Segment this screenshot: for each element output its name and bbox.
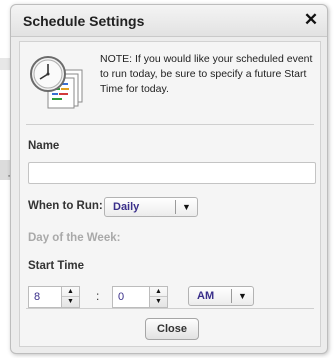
divider [26,308,314,309]
dialog-content: NOTE: If you would like your scheduled e… [19,41,321,347]
name-input[interactable] [28,162,316,184]
hour-stepper[interactable]: 8 ▲ ▼ [28,286,80,308]
minute-stepper-buttons: ▲ ▼ [149,287,167,307]
divider [26,124,314,125]
start-time-label: Start Time [28,260,85,272]
caret-down-icon[interactable]: ▼ [62,297,79,307]
caret-up-icon[interactable]: ▲ [150,287,167,297]
note-text: NOTE: If you would like your scheduled e… [100,53,313,95]
minute-value: 0 [118,291,125,303]
when-to-run-select[interactable]: Daily ▼ [104,197,198,217]
dialog-titlebar: Schedule Settings ✕ [11,5,327,37]
caret-down-icon: ▼ [231,289,253,303]
hour-value: 8 [34,291,41,303]
close-button[interactable]: Close [145,318,199,340]
ampm-value: AM [197,290,215,302]
hour-stepper-buttons: ▲ ▼ [61,287,79,307]
clock-documents-icon [30,56,83,109]
when-to-run-label: When to Run: [28,200,103,212]
day-of-week-label: Day of the Week: [28,232,121,244]
name-label: Name [28,140,60,152]
close-icon[interactable]: ✕ [301,9,321,31]
ampm-select[interactable]: AM ▼ [188,286,254,306]
time-separator: : [96,289,100,303]
caret-up-icon[interactable]: ▲ [62,287,79,297]
when-to-run-value: Daily [113,201,140,213]
dialog-title: Schedule Settings [23,13,145,29]
minute-stepper[interactable]: 0 ▲ ▼ [112,286,168,308]
caret-down-icon[interactable]: ▼ [150,297,167,307]
caret-down-icon: ▼ [175,200,197,214]
schedule-settings-dialog: Schedule Settings ✕ NOTE: If you would l… [10,4,328,354]
